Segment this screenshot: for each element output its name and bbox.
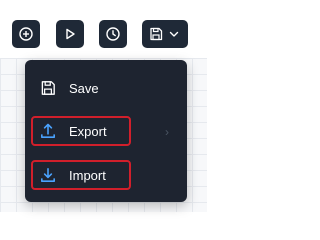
chevron-down-icon xyxy=(169,31,179,37)
save-icon xyxy=(39,79,59,97)
import-icon xyxy=(39,166,59,184)
plus-circle-icon xyxy=(19,27,33,41)
menu-item-export[interactable]: Export xyxy=(31,116,131,146)
add-node-button[interactable] xyxy=(12,20,40,48)
history-button[interactable] xyxy=(99,20,127,48)
menu-item-label: Import xyxy=(69,167,106,183)
menu-item-save[interactable]: Save xyxy=(33,75,179,101)
save-menu-button[interactable] xyxy=(142,20,188,48)
play-icon xyxy=(66,28,75,40)
menu-item-label: Export xyxy=(69,123,107,139)
clock-icon xyxy=(106,27,120,41)
run-button[interactable] xyxy=(56,20,84,48)
menu-item-import[interactable]: Import xyxy=(31,160,131,190)
submenu-chevron-icon: › xyxy=(165,125,169,139)
save-icon xyxy=(150,27,163,41)
export-icon xyxy=(39,122,59,140)
menu-item-label: Save xyxy=(69,80,99,96)
save-dropdown-menu: Save Export › Import xyxy=(25,60,187,202)
